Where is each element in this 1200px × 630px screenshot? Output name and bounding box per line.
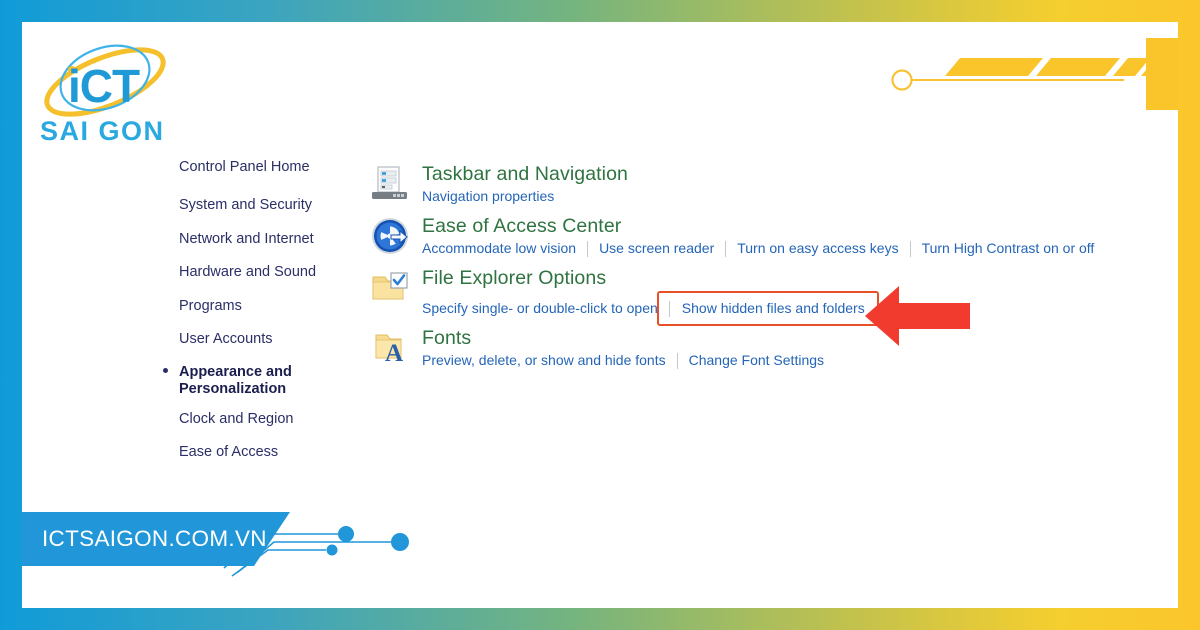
content-panel: iCT SAI GON Control Panel Home System an… bbox=[22, 22, 1178, 608]
sidebar-item-control-panel-home[interactable]: Control Panel Home bbox=[157, 156, 367, 179]
link-separator bbox=[725, 240, 727, 257]
link-separator bbox=[668, 300, 670, 317]
category-taskbar-and-navigation: Taskbar and Navigation Navigation proper… bbox=[370, 162, 1160, 214]
top-right-decoration bbox=[891, 38, 1178, 110]
sidebar-item-label: Appearance and Personalization bbox=[179, 363, 292, 397]
ease-of-access-icon bbox=[372, 218, 408, 254]
circuit-node-1 bbox=[338, 526, 354, 542]
link-separator bbox=[909, 240, 911, 257]
highlighted-link-box[interactable]: Show hidden files and folders bbox=[656, 291, 879, 326]
link-separator bbox=[676, 352, 678, 369]
category-links: Accommodate low vision Use screen reader… bbox=[422, 239, 1160, 258]
deco-edge-block bbox=[1146, 38, 1178, 110]
logo-primary-text: iCT bbox=[68, 60, 140, 112]
link-turn-on-easy-access-keys[interactable]: Turn on easy access keys bbox=[737, 239, 898, 258]
annotation-arrow-left-icon bbox=[865, 286, 970, 346]
sidebar-item-label: User Accounts bbox=[179, 331, 273, 347]
deco-bar-4 bbox=[1141, 58, 1174, 76]
svg-text:A: A bbox=[385, 340, 403, 367]
sidebar-item-programs[interactable]: Programs bbox=[157, 295, 367, 318]
category-ease-of-access-center: Ease of Access Center Accommodate low vi… bbox=[370, 214, 1160, 266]
ict-saigon-logo: iCT SAI GON bbox=[40, 44, 166, 146]
deco-bar-2 bbox=[1036, 58, 1120, 76]
circuit-node-3 bbox=[326, 544, 338, 556]
sidebar-item-system-and-security[interactable]: System and Security bbox=[157, 194, 367, 217]
sidebar-item-ease-of-access[interactable]: Ease of Access bbox=[157, 441, 367, 464]
link-specify-single-or-double-click-to-open[interactable]: Specify single- or double-click to open bbox=[422, 299, 658, 318]
file-explorer-folder-check-icon bbox=[372, 272, 408, 300]
taskbar-monitor-icon bbox=[372, 166, 407, 199]
sidebar-item-label: Hardware and Sound bbox=[179, 264, 317, 280]
sidebar-item-clock-and-region[interactable]: Clock and Region bbox=[157, 408, 367, 431]
sidebar-item-label: Programs bbox=[179, 297, 242, 314]
sidebar-item-label: System and Security bbox=[179, 197, 312, 213]
link-preview-delete-or-show-and-hide-fonts[interactable]: Preview, delete, or show and hide fonts bbox=[422, 351, 666, 370]
sidebar-item-label: Network and Internet bbox=[179, 230, 314, 247]
link-navigation-properties[interactable]: Navigation properties bbox=[422, 187, 554, 206]
category-title: Ease of Access Center bbox=[422, 215, 622, 237]
link-show-hidden-files-and-folders[interactable]: Show hidden files and folders bbox=[682, 299, 865, 318]
link-use-screen-reader[interactable]: Use screen reader bbox=[599, 239, 714, 258]
category-links: Specify single- or double-click to open … bbox=[422, 291, 1160, 326]
category-file-explorer-options: File Explorer Options Specify single- or… bbox=[370, 266, 1160, 326]
page-frame: iCT SAI GON Control Panel Home System an… bbox=[0, 0, 1200, 630]
deco-bar-3 bbox=[1113, 58, 1150, 76]
sidebar-item-label: Control Panel Home bbox=[179, 159, 310, 175]
sidebar-item-label: Ease of Access bbox=[179, 444, 279, 460]
deco-circle-icon bbox=[891, 69, 913, 91]
category-title: File Explorer Options bbox=[422, 267, 607, 289]
link-change-font-settings[interactable]: Change Font Settings bbox=[689, 351, 824, 370]
logo-secondary-text: SAI GON bbox=[40, 116, 165, 146]
link-turn-high-contrast-on-or-off[interactable]: Turn High Contrast on or off bbox=[922, 239, 1095, 258]
control-panel-sidebar: Control Panel Home System and Security N… bbox=[157, 156, 367, 475]
footer-url: ICTSAIGON.COM.VN bbox=[42, 526, 267, 551]
selected-bullet-icon bbox=[163, 367, 168, 373]
sidebar-item-user-accounts[interactable]: User Accounts bbox=[157, 328, 367, 351]
control-panel-categories: Taskbar and Navigation Navigation proper… bbox=[370, 162, 1160, 378]
category-links: Navigation properties bbox=[422, 187, 1160, 206]
category-fonts: A Fonts Preview, delete, or show and hid… bbox=[370, 326, 1160, 378]
deco-bar-3b bbox=[1119, 58, 1146, 76]
link-accommodate-low-vision[interactable]: Accommodate low vision bbox=[422, 239, 576, 258]
sidebar-item-label: Clock and Region bbox=[179, 410, 294, 427]
sidebar-item-network-and-internet[interactable]: Network and Internet bbox=[157, 228, 367, 251]
category-title: Taskbar and Navigation bbox=[422, 163, 628, 185]
sidebar-item-hardware-and-sound[interactable]: Hardware and Sound bbox=[157, 261, 367, 284]
sidebar-item-appearance-and-personalization[interactable]: Appearance and Personalization bbox=[157, 362, 307, 400]
fonts-folder-icon: A bbox=[375, 334, 403, 367]
circuit-node-2 bbox=[391, 533, 409, 551]
category-title: Fonts bbox=[422, 327, 472, 349]
category-links: Preview, delete, or show and hide fonts … bbox=[422, 351, 1160, 370]
deco-bar-1 bbox=[945, 58, 1043, 76]
link-separator bbox=[587, 240, 589, 257]
